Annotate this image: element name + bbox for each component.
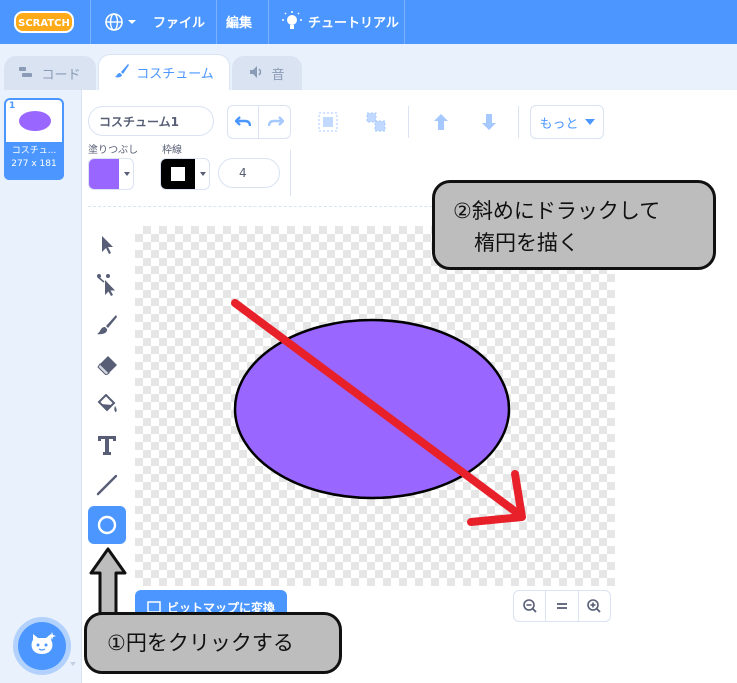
choose-costume-button[interactable] — [18, 622, 66, 670]
tab-sounds[interactable]: 音 — [232, 56, 302, 90]
tab-costumes[interactable]: コスチューム — [98, 54, 230, 90]
outline-color-swatch — [161, 159, 195, 189]
costume-size: 277 x 181 — [11, 159, 57, 169]
backward-button[interactable] — [474, 106, 504, 138]
costume-name-input[interactable]: コスチューム1 — [88, 106, 214, 136]
tab-label: コード — [41, 68, 81, 83]
paintbrush-icon — [114, 63, 130, 83]
arrow-up-icon — [434, 114, 448, 130]
paint-bucket-icon — [97, 394, 117, 412]
outline-label: 枠線 — [162, 145, 182, 156]
language-menu-button[interactable] — [104, 11, 138, 37]
caret-down-icon — [124, 172, 130, 176]
cat-icon — [31, 632, 56, 654]
speaker-icon — [249, 65, 265, 83]
caret-down-icon — [584, 119, 595, 125]
svg-text:SCRATCH: SCRATCH — [18, 18, 70, 29]
redo-icon — [267, 116, 284, 127]
costume-number: 1 — [9, 101, 16, 111]
menu-divider — [90, 0, 91, 44]
zoom-in-icon — [587, 599, 601, 613]
costume-preview-ellipse — [19, 111, 51, 131]
fill-color-swatch — [89, 159, 119, 189]
costume-name: コスチュ... — [11, 146, 57, 156]
toolbar-divider — [518, 106, 519, 138]
menu-divider — [216, 0, 217, 44]
zoom-out-icon — [522, 599, 537, 613]
more-menu-button[interactable]: もっと — [530, 105, 604, 139]
costume-info: コスチュ... 277 x 181 — [4, 142, 64, 180]
zoom-controls — [513, 590, 611, 622]
paintbrush-icon — [97, 315, 117, 335]
tutorials-menu[interactable]: チュートリアル — [308, 12, 399, 31]
undo-icon — [235, 116, 251, 127]
reshape-tool[interactable] — [88, 266, 126, 304]
group-button[interactable] — [312, 106, 344, 138]
fill-color-picker[interactable] — [88, 158, 134, 190]
redo-button[interactable] — [260, 106, 291, 138]
undo-redo-group — [227, 105, 291, 139]
pointer-arrow-annotation — [88, 546, 128, 620]
group-icon — [318, 112, 338, 132]
code-blocks-icon — [19, 66, 35, 82]
ungroup-icon — [366, 112, 386, 132]
outline-color-picker[interactable] — [160, 158, 210, 190]
edit-menu[interactable]: 編集 — [226, 12, 252, 31]
forward-button[interactable] — [426, 106, 456, 138]
ungroup-button[interactable] — [360, 106, 392, 138]
circle-tool[interactable] — [88, 506, 126, 544]
globe-icon — [105, 13, 136, 31]
toolbar-divider — [408, 106, 409, 138]
circle-icon — [97, 515, 117, 535]
outline-width-input[interactable]: 4 — [218, 158, 280, 188]
fill-label: 塗りつぶし — [88, 145, 139, 156]
brush-tool[interactable] — [88, 306, 126, 344]
toolbar-divider — [290, 150, 291, 196]
zoom-reset-button[interactable] — [545, 591, 577, 621]
lightbulb-icon — [282, 11, 302, 37]
zoom-in-button[interactable] — [577, 591, 610, 621]
line-icon — [96, 474, 118, 496]
caret-down-icon — [200, 172, 206, 176]
arrow-pointer-icon — [102, 236, 113, 254]
tab-code[interactable]: コード — [4, 56, 96, 90]
arrow-down-icon — [482, 114, 496, 130]
eraser-icon — [97, 356, 117, 375]
instruction-callout-step2: ②斜めにドラックして 楕円を描く — [432, 180, 716, 270]
menu-divider — [404, 0, 405, 44]
eraser-tool[interactable] — [88, 346, 126, 384]
reshape-pointer-icon — [97, 274, 115, 296]
scratch-logo[interactable]: SCRATCH — [14, 10, 74, 34]
scroll-arrow[interactable] — [70, 652, 76, 666]
tab-label: コスチューム — [136, 67, 214, 82]
drawing-canvas[interactable] — [135, 226, 615, 586]
fill-tool[interactable] — [88, 386, 126, 424]
text-tool[interactable] — [88, 426, 126, 464]
tab-label: 音 — [271, 68, 285, 83]
undo-button[interactable] — [228, 106, 259, 138]
equals-icon — [556, 603, 567, 609]
menu-divider — [268, 0, 269, 44]
file-menu[interactable]: ファイル — [153, 12, 205, 31]
more-label: もっと — [539, 116, 579, 132]
text-t-icon — [98, 436, 116, 455]
instruction-callout-step1: ①円をクリックする — [84, 612, 342, 674]
line-tool[interactable] — [88, 466, 126, 504]
zoom-out-button[interactable] — [514, 591, 545, 621]
select-tool[interactable] — [88, 226, 126, 264]
